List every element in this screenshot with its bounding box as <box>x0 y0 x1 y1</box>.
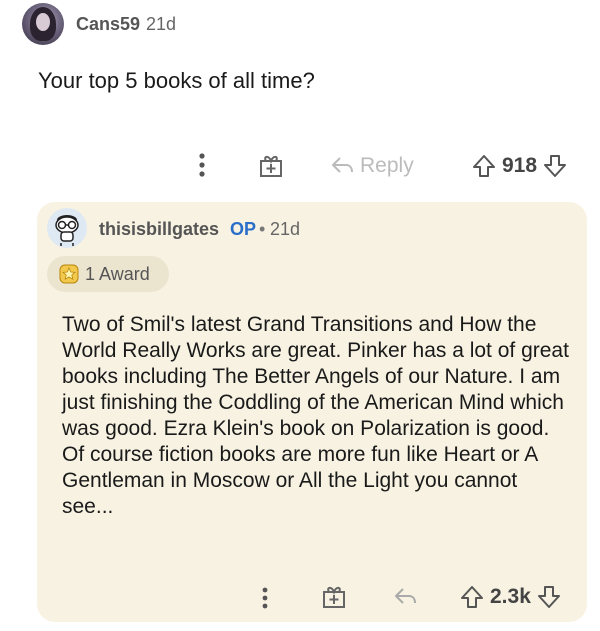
avatar[interactable] <box>47 208 87 248</box>
arrow-down-icon <box>537 586 560 608</box>
awards-pill[interactable]: 1 Award <box>47 256 169 292</box>
arrow-down-icon <box>544 155 567 177</box>
more-vertical-icon <box>262 587 268 609</box>
top-comment: Cans59 21d Your top 5 books of all time?… <box>0 0 600 200</box>
vote-score: 918 <box>502 154 538 177</box>
reply-comment: thisisbillgates OP • 21d 1 Award Two of … <box>37 202 587 622</box>
vote-score: 2.3k <box>490 585 531 608</box>
reply-arrow-icon <box>332 157 353 173</box>
snoo-avatar-icon <box>55 215 79 246</box>
reply-button[interactable] <box>393 586 417 608</box>
downvote-button[interactable] <box>537 584 561 610</box>
upvote-button[interactable] <box>472 153 496 179</box>
username[interactable]: Cans59 <box>76 14 140 35</box>
vote-controls: 2.3k <box>460 584 561 610</box>
gift-plus-icon <box>323 586 345 608</box>
more-vertical-icon <box>199 153 205 177</box>
reply-label: Reply <box>360 154 414 177</box>
comment-age: 21d <box>270 219 301 239</box>
comment-actions <box>190 152 214 178</box>
comment-body: Two of Smil's latest Grand Transitions a… <box>62 313 569 518</box>
upvote-button[interactable] <box>460 584 484 610</box>
more-options-button[interactable] <box>257 586 273 610</box>
downvote-button[interactable] <box>543 153 567 179</box>
comment-age: 21d <box>146 14 177 34</box>
avatar[interactable] <box>22 3 64 45</box>
separator: • <box>259 219 266 239</box>
arrow-up-icon <box>473 155 495 177</box>
reply-arrow-icon <box>395 588 416 604</box>
give-award-button[interactable] <box>258 153 284 179</box>
award-count: 1 Award <box>85 263 150 284</box>
more-options-button[interactable] <box>190 152 214 178</box>
username[interactable]: thisisbillgates <box>99 219 219 240</box>
arrow-up-icon <box>461 586 483 608</box>
op-badge: OP <box>230 219 257 239</box>
gift-plus-icon <box>260 155 282 177</box>
reply-button[interactable]: Reply <box>330 154 414 178</box>
award-star-icon <box>59 264 79 284</box>
comment-body: Your top 5 books of all time? <box>38 68 315 93</box>
give-award-button[interactable] <box>321 584 347 610</box>
vote-controls: 918 <box>472 153 567 179</box>
